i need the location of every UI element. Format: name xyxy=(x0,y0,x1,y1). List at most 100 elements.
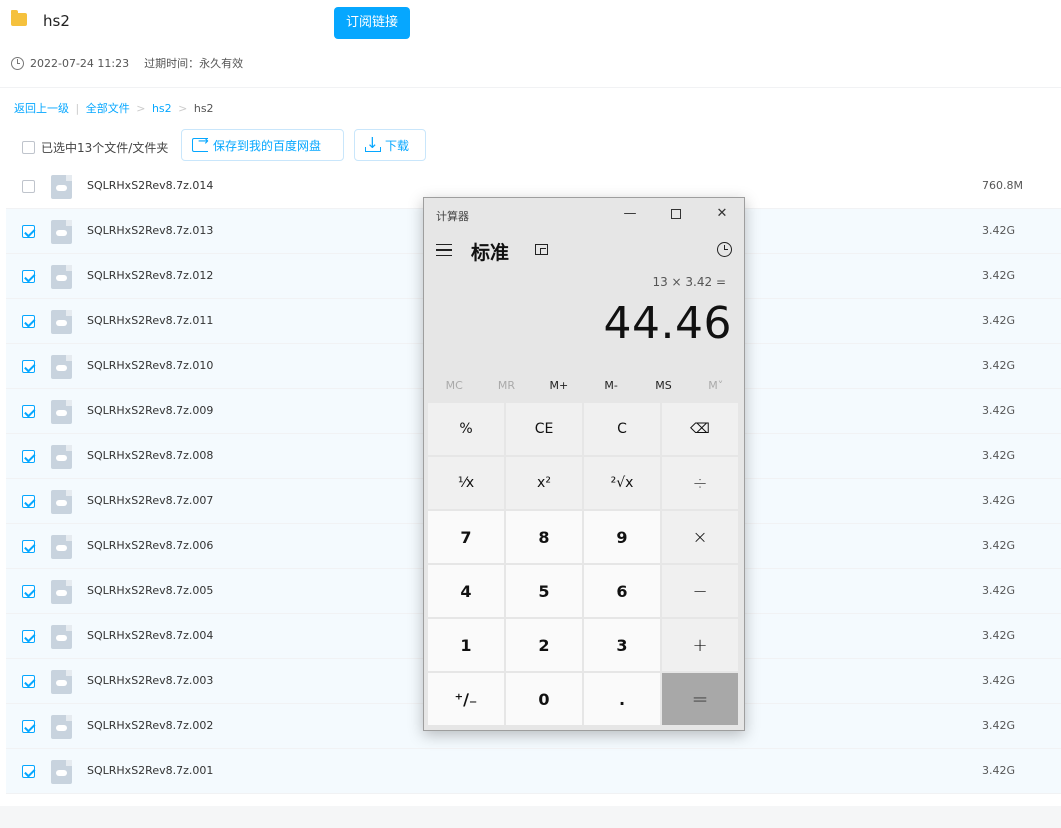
file-size: 3.42G xyxy=(982,494,1016,507)
memory-button[interactable]: MS xyxy=(637,373,689,399)
file-name[interactable]: SQLRHxS2Rev8.7z.008 xyxy=(87,449,213,462)
digit-1-key[interactable]: 1 xyxy=(428,619,504,671)
download-button[interactable]: 下载 xyxy=(354,129,426,161)
file-size: 3.42G xyxy=(982,674,1016,687)
file-toolbar: 已选中13个文件/文件夹 保存到我的百度网盘 下载 xyxy=(0,128,1061,164)
select-all-checkbox[interactable]: 已选中13个文件/文件夹 xyxy=(22,139,168,156)
digit-4-key[interactable]: 4 xyxy=(428,565,504,617)
breadcrumb-current: hs2 xyxy=(193,102,214,115)
file-size: 3.42G xyxy=(982,764,1016,777)
square-root-key[interactable]: ²√x xyxy=(584,457,660,509)
file-name[interactable]: SQLRHxS2Rev8.7z.001 xyxy=(87,764,213,777)
maximize-button[interactable] xyxy=(653,198,699,230)
digit-9-key[interactable]: 9 xyxy=(584,511,660,563)
memory-button[interactable]: M+ xyxy=(533,373,585,399)
equals-key[interactable]: = xyxy=(662,673,738,725)
calculator-result: 44.46 xyxy=(603,298,732,349)
backspace-key[interactable]: ⌫ xyxy=(662,403,738,455)
file-checkbox[interactable] xyxy=(22,360,35,373)
calculator-titlebar[interactable]: 计算器 — ✕ xyxy=(424,198,744,230)
clear-key[interactable]: C xyxy=(584,403,660,455)
digit-0-key[interactable]: 0 xyxy=(506,673,582,725)
file-checkbox[interactable] xyxy=(22,630,35,643)
file-name[interactable]: SQLRHxS2Rev8.7z.011 xyxy=(87,314,213,327)
memory-row: MC MR M+ M- MS M˅ xyxy=(428,373,742,399)
checkbox-box[interactable] xyxy=(22,141,35,154)
memory-button[interactable]: M- xyxy=(585,373,637,399)
calculator-keypad: % CE C ⌫ ⅟x x² ²√x ÷ 7 8 9 × 4 5 6 − 1 2… xyxy=(428,403,742,725)
file-size: 3.42G xyxy=(982,629,1016,642)
file-checkbox[interactable] xyxy=(22,225,35,238)
minus-key[interactable]: − xyxy=(662,565,738,617)
close-button[interactable]: ✕ xyxy=(699,198,745,230)
multiply-key[interactable]: × xyxy=(662,511,738,563)
calculator-mode-title: 标准 xyxy=(471,242,510,264)
negate-key[interactable]: ⁺∕₋ xyxy=(428,673,504,725)
file-name[interactable]: SQLRHxS2Rev8.7z.007 xyxy=(87,494,213,507)
square-key[interactable]: x² xyxy=(506,457,582,509)
cloud-file-icon xyxy=(51,445,72,469)
file-size: 3.42G xyxy=(982,404,1016,417)
digit-2-key[interactable]: 2 xyxy=(506,619,582,671)
calculator-window[interactable]: 计算器 — ✕ 标准 13 × 3.42 = 44.46 MC MR M+ M- MS M… xyxy=(423,197,745,731)
cloud-file-icon xyxy=(51,715,72,739)
file-checkbox[interactable] xyxy=(22,405,35,418)
file-name[interactable]: SQLRHxS2Rev8.7z.003 xyxy=(87,674,213,687)
memory-button: MR xyxy=(497,379,516,392)
calculator-expression: 13 × 3.42 = xyxy=(652,275,726,289)
file-checkbox[interactable] xyxy=(22,270,35,283)
file-name[interactable]: SQLRHxS2Rev8.7z.009 xyxy=(87,404,213,417)
save-to-netdisk-button[interactable]: 保存到我的百度网盘 xyxy=(181,129,344,161)
memory-button: MC xyxy=(445,379,463,392)
file-name[interactable]: SQLRHxS2Rev8.7z.002 xyxy=(87,719,213,732)
digit-3-key[interactable]: 3 xyxy=(584,619,660,671)
clear-entry-key[interactable]: CE xyxy=(506,403,582,455)
file-name[interactable]: SQLRHxS2Rev8.7z.005 xyxy=(87,584,213,597)
breadcrumb-separator: > xyxy=(178,102,188,115)
cloud-file-icon xyxy=(51,355,72,379)
file-checkbox[interactable] xyxy=(22,765,35,778)
file-checkbox[interactable] xyxy=(22,540,35,553)
reciprocal-key[interactable]: ⅟x xyxy=(428,457,504,509)
navigation-menu-icon[interactable] xyxy=(436,244,452,256)
file-name[interactable]: SQLRHxS2Rev8.7z.014 xyxy=(87,179,213,192)
footer-band xyxy=(0,806,1061,828)
cloud-file-icon xyxy=(51,310,72,334)
breadcrumb-parent-link[interactable]: hs2 xyxy=(152,102,172,115)
file-checkbox[interactable] xyxy=(22,720,35,733)
minimize-button[interactable]: — xyxy=(607,198,653,230)
file-checkbox[interactable] xyxy=(22,585,35,598)
digit-5-key[interactable]: 5 xyxy=(506,565,582,617)
subscribe-link-button[interactable]: 订阅链接 xyxy=(334,7,410,39)
file-checkbox[interactable] xyxy=(22,450,35,463)
history-icon[interactable] xyxy=(717,242,732,257)
digit-7-key[interactable]: 7 xyxy=(428,511,504,563)
file-name[interactable]: SQLRHxS2Rev8.7z.012 xyxy=(87,269,213,282)
file-size: 760.8M xyxy=(982,179,1023,192)
file-size: 3.42G xyxy=(982,539,1016,552)
keep-on-top-icon[interactable] xyxy=(535,244,548,255)
file-row[interactable]: SQLRHxS2Rev8.7z.001 3.42G xyxy=(6,749,1061,794)
calculator-title: 计算器 xyxy=(436,210,469,223)
file-checkbox[interactable] xyxy=(22,315,35,328)
file-checkbox[interactable] xyxy=(22,675,35,688)
percent-key[interactable]: % xyxy=(428,403,504,455)
file-size: 3.42G xyxy=(982,719,1016,732)
decimal-key[interactable]: . xyxy=(584,673,660,725)
file-checkbox[interactable] xyxy=(22,495,35,508)
breadcrumb-back-link[interactable]: 返回上一级 xyxy=(14,102,69,115)
file-name[interactable]: SQLRHxS2Rev8.7z.006 xyxy=(87,539,213,552)
file-checkbox[interactable] xyxy=(22,180,35,193)
file-name[interactable]: SQLRHxS2Rev8.7z.004 xyxy=(87,629,213,642)
memory-button: M˅ xyxy=(708,379,724,392)
file-name[interactable]: SQLRHxS2Rev8.7z.010 xyxy=(87,359,213,372)
digit-6-key[interactable]: 6 xyxy=(584,565,660,617)
cloud-file-icon xyxy=(51,760,72,784)
download-icon xyxy=(365,134,381,153)
folder-icon xyxy=(11,10,27,26)
digit-8-key[interactable]: 8 xyxy=(506,511,582,563)
divide-key[interactable]: ÷ xyxy=(662,457,738,509)
file-name[interactable]: SQLRHxS2Rev8.7z.013 xyxy=(87,224,213,237)
plus-key[interactable]: + xyxy=(662,619,738,671)
breadcrumb-all-files-link[interactable]: 全部文件 xyxy=(86,102,130,115)
